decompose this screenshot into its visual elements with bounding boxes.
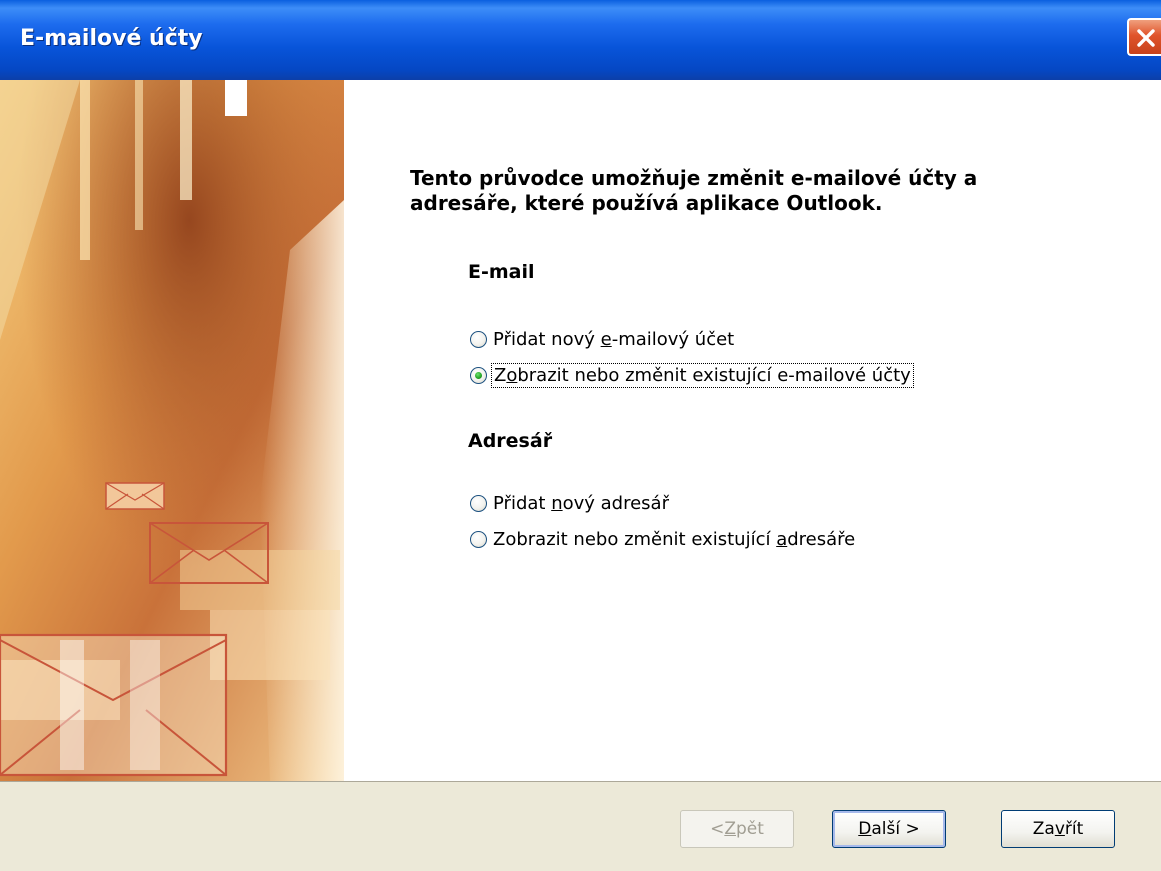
radio-label: Zobrazit nebo změnit existující adresáře [493, 528, 856, 550]
button-bar: < Zpět Další > Za v řít [0, 781, 1161, 871]
radio-button-icon[interactable] [470, 494, 487, 512]
email-section-title: E-mail [468, 261, 535, 283]
email-accounts-dialog: E-mailové účty Tento průvodce umožňuje z… [0, 0, 1161, 871]
close-x-icon [1137, 29, 1155, 47]
radio-label: Přidat nový e-mailový účet [493, 328, 735, 350]
radio-add-email-account[interactable]: Přidat nový e-mailový účet [470, 326, 734, 352]
wizard-content: Tento průvodce umožňuje změnit e-mailové… [344, 80, 1161, 781]
radio-view-change-address-books[interactable]: Zobrazit nebo změnit existující adresáře [470, 526, 855, 552]
radio-button-selected-icon[interactable] [470, 366, 487, 384]
wizard-side-art [0, 80, 344, 781]
radio-add-address-book[interactable]: Přidat nový adresář [470, 490, 669, 516]
radio-button-icon[interactable] [470, 530, 487, 548]
title-bar[interactable]: E-mailové účty [0, 0, 1161, 80]
window-title: E-mailové účty [20, 26, 203, 51]
radio-label: Zobrazit nebo změnit existující e-mailov… [491, 362, 914, 388]
intro-text: Tento průvodce umožňuje změnit e-mailové… [410, 166, 978, 215]
radio-view-change-email-accounts[interactable]: Zobrazit nebo změnit existující e-mailov… [470, 362, 914, 388]
next-button[interactable]: Další > [832, 810, 946, 848]
close-window-button[interactable] [1127, 18, 1161, 56]
back-button[interactable]: < Zpět [680, 810, 794, 848]
close-button[interactable]: Za v řít [1001, 810, 1115, 848]
envelope-icon [105, 482, 165, 510]
address-section-title: Adresář [468, 430, 553, 452]
envelope-icon [0, 633, 228, 777]
radio-label: Přidat nový adresář [493, 492, 669, 514]
radio-button-icon[interactable] [470, 330, 487, 348]
